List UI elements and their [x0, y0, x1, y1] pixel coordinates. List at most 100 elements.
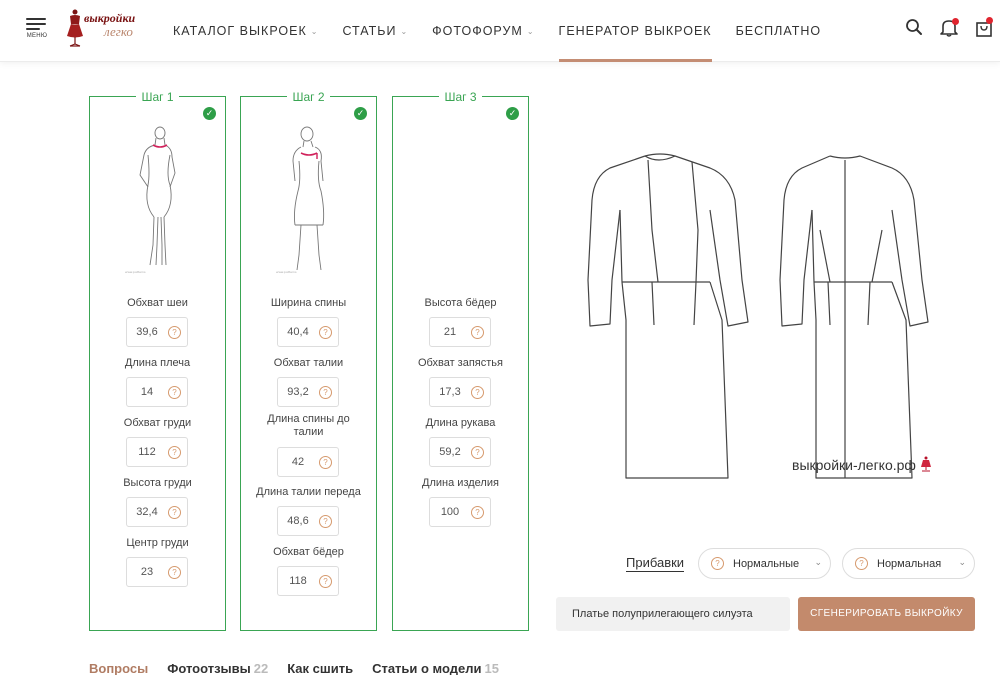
- step-title: Шаг 3: [439, 90, 482, 104]
- field-value: 42: [291, 456, 305, 468]
- help-icon[interactable]: ?: [471, 386, 484, 399]
- field-label: Высота бёдер: [424, 297, 497, 309]
- field-value: 93,2: [287, 386, 309, 398]
- dress-preview-image: [587, 153, 929, 479]
- field-label: Длина талии переда: [256, 486, 361, 498]
- field-bust-girth: Обхват груди 112 ?: [90, 417, 225, 467]
- help-icon[interactable]: ?: [168, 506, 181, 519]
- site-header: МЕНЮ выкройки легко КАТАЛОГ ВЫКРОЕК ⌄ СТА…: [0, 0, 1000, 62]
- field-label: Высота груди: [123, 477, 192, 489]
- garment-length-input[interactable]: 100 ?: [429, 497, 491, 527]
- help-icon[interactable]: ?: [319, 456, 332, 469]
- figure-back-icon: www.patterns: [276, 126, 325, 274]
- fit-select[interactable]: ? Нормальная ⌄: [842, 548, 975, 579]
- help-icon[interactable]: ?: [168, 386, 181, 399]
- nav-articles[interactable]: СТАТЬИ ⌄: [342, 0, 408, 62]
- nav-free[interactable]: БЕСПЛАТНО: [736, 0, 822, 62]
- nav-photoforum-label: ФОТОФОРУМ: [432, 24, 523, 38]
- back-waist-length-input[interactable]: 42 ?: [277, 447, 339, 477]
- help-icon[interactable]: ?: [471, 506, 484, 519]
- front-waist-length-input[interactable]: 48,6 ?: [277, 506, 339, 536]
- waist-girth-input[interactable]: 93,2 ?: [277, 377, 339, 407]
- field-value: 14: [140, 386, 154, 398]
- menu-button[interactable]: МЕНЮ: [22, 14, 52, 46]
- help-icon[interactable]: ?: [711, 557, 724, 570]
- notification-dot: [952, 18, 959, 25]
- step-title: Шаг 1: [136, 90, 179, 104]
- nav-free-label: БЕСПЛАТНО: [735, 24, 822, 38]
- field-value: 39,6: [136, 326, 158, 338]
- model-name-text: Платье полуприлегающего силуэта: [572, 608, 753, 620]
- field-label: Длина спины до талии: [267, 413, 350, 438]
- svg-text:www.patterns: www.patterns: [276, 270, 297, 274]
- bust-center-input[interactable]: 23 ?: [126, 557, 188, 587]
- tab-label: Статьи о модели: [372, 661, 482, 675]
- help-icon[interactable]: ?: [319, 575, 332, 588]
- field-value: 17,3: [439, 386, 461, 398]
- help-icon[interactable]: ?: [471, 326, 484, 339]
- sleeve-length-input[interactable]: 59,2 ?: [429, 437, 491, 467]
- nav-pattern-generator[interactable]: ГЕНЕРАТОР ВЫКРОЕК: [558, 0, 712, 62]
- wrist-girth-input[interactable]: 17,3 ?: [429, 377, 491, 407]
- help-icon[interactable]: ?: [319, 386, 332, 399]
- step-card-1: Шаг 1 ✓ www.patterns Обхват шеи 39,6 ? Д…: [89, 90, 226, 631]
- tab-photo-reviews[interactable]: Фотоотзывы 22: [167, 661, 268, 675]
- help-icon[interactable]: ?: [471, 446, 484, 459]
- select-value: Нормальные: [733, 557, 800, 570]
- cart-dot: [986, 17, 993, 24]
- allowances-select[interactable]: ? Нормальные ⌄: [698, 548, 831, 579]
- field-label: Центр груди: [126, 537, 189, 549]
- notifications-button[interactable]: [938, 15, 962, 39]
- field-label: Длина плеча: [124, 357, 191, 369]
- tab-count: 15: [484, 661, 499, 675]
- bust-girth-input[interactable]: 112 ?: [126, 437, 188, 467]
- help-icon[interactable]: ?: [168, 566, 181, 579]
- help-icon[interactable]: ?: [168, 446, 181, 459]
- main-nav: КАТАЛОГ ВЫКРОЕК ⌄ СТАТЬИ ⌄ ФОТОФОРУМ ⌄ ГЕНЕ…: [173, 0, 845, 62]
- field-back-waist-length: Длина спины до талии 42 ?: [241, 413, 376, 477]
- step-card-3: Шаг 3 ✓ Высота бёдер 21 ? Обхват запясть…: [392, 90, 529, 631]
- nav-photoforum[interactable]: ФОТОФОРУМ ⌄: [432, 0, 534, 62]
- tab-label: Вопросы: [89, 661, 149, 675]
- search-icon[interactable]: [903, 16, 925, 38]
- help-icon[interactable]: ?: [319, 326, 332, 339]
- step-title: Шаг 2: [287, 90, 330, 104]
- help-icon[interactable]: ?: [168, 326, 181, 339]
- preview-watermark: выкройки-легко.рф: [792, 456, 932, 473]
- nav-pattern-generator-label: ГЕНЕРАТОР ВЫКРОЕК: [558, 24, 712, 38]
- neck-girth-input[interactable]: 39,6 ?: [126, 317, 188, 347]
- generate-pattern-button[interactable]: СГЕНЕРИРОВАТЬ ВЫКРОЙКУ: [798, 597, 975, 631]
- field-front-waist-length: Длина талии переда 48,6 ?: [241, 486, 376, 536]
- shoulder-length-input[interactable]: 14 ?: [126, 377, 188, 407]
- field-value: 40,4: [287, 326, 309, 338]
- back-width-input[interactable]: 40,4 ?: [277, 317, 339, 347]
- field-value: 100: [440, 506, 460, 518]
- field-value: 48,6: [287, 515, 309, 527]
- tab-how-to-sew[interactable]: Как сшить: [287, 661, 353, 675]
- nav-catalog[interactable]: КАТАЛОГ ВЫКРОЕК ⌄: [173, 0, 318, 62]
- field-label: Обхват шеи: [127, 297, 188, 309]
- bust-height-input[interactable]: 32,4 ?: [126, 497, 188, 527]
- hip-height-input[interactable]: 21 ?: [429, 317, 491, 347]
- tab-count: 22: [253, 661, 269, 675]
- check-icon: ✓: [354, 107, 367, 120]
- field-back-width: Ширина спины 40,4 ?: [241, 297, 376, 347]
- field-hip-girth: Обхват бёдер 118 ?: [241, 546, 376, 596]
- field-value: 112: [138, 446, 156, 458]
- tab-model-articles[interactable]: Статьи о модели 15: [372, 661, 499, 675]
- figure-front-icon: www.patterns: [125, 126, 176, 274]
- menu-icon-bar: [26, 28, 40, 30]
- help-icon[interactable]: ?: [855, 557, 868, 570]
- help-icon[interactable]: ?: [319, 515, 332, 528]
- check-icon: ✓: [203, 107, 216, 120]
- field-wrist-girth: Обхват запястья 17,3 ?: [393, 357, 528, 407]
- cart-button[interactable]: [974, 15, 996, 39]
- field-value: 32,4: [136, 506, 158, 518]
- field-label: Обхват талии: [273, 357, 344, 369]
- site-logo[interactable]: выкройки легко: [64, 8, 156, 48]
- field-label: Обхват бёдер: [273, 546, 344, 558]
- hip-girth-input[interactable]: 118 ?: [277, 566, 339, 596]
- tab-questions[interactable]: Вопросы: [89, 661, 148, 675]
- allowances-link[interactable]: Прибавки: [626, 555, 685, 572]
- chevron-down-icon: ⌄: [814, 557, 822, 567]
